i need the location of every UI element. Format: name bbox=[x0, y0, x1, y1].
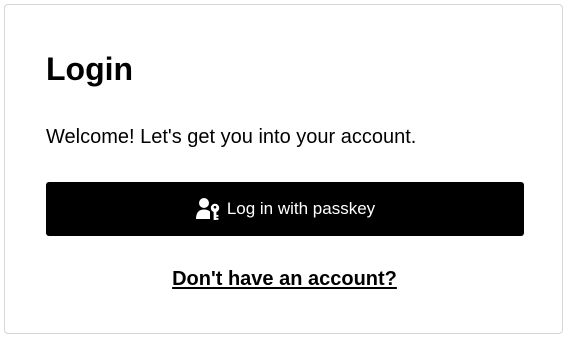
welcome-message: Welcome! Let's get you into your account… bbox=[46, 126, 417, 148]
page-title: Login bbox=[46, 51, 134, 87]
signup-link[interactable]: Don't have an account? bbox=[172, 268, 397, 290]
passkey-login-button[interactable]: Log in with passkey bbox=[46, 182, 524, 236]
user-key-icon bbox=[195, 196, 221, 222]
login-card: Login Welcome! Let's get you into your a… bbox=[4, 4, 563, 334]
signup-link-container: Don't have an account? bbox=[5, 267, 564, 291]
passkey-button-label: Log in with passkey bbox=[226, 199, 376, 218]
